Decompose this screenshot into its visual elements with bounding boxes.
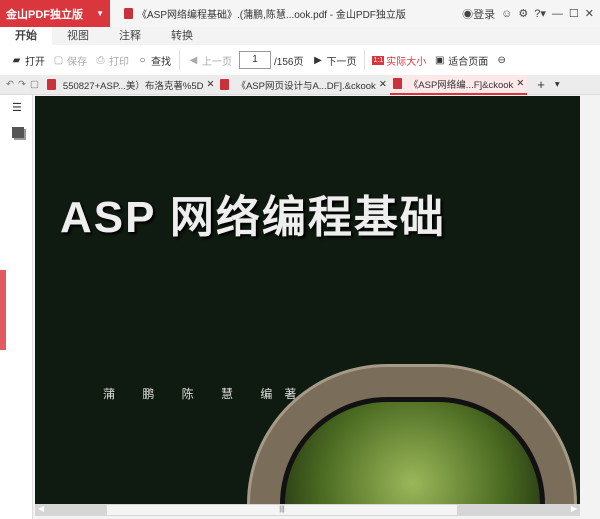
save-icon: ▢ xyxy=(53,54,64,66)
ribbon-tabs: 开始 视图 注释 转换 xyxy=(0,27,600,45)
find-button[interactable]: ○ 查找 xyxy=(136,53,171,68)
zoom-out-button[interactable]: ⊖ xyxy=(495,55,508,66)
tab-annotate[interactable]: 注释 xyxy=(104,27,156,45)
doc-tab[interactable]: 550827+ASP...美）布洛克著%5D ✕ xyxy=(44,75,218,95)
actual-size-icon: 1:1 xyxy=(372,55,385,65)
close-button[interactable]: ✕ xyxy=(585,7,594,20)
toolbar: ▰ 打开 ▢ 保存 ⎙ 打印 ○ 查找 ◀ 上一页 1 /156页 ▶ 下一页 1:1 实际大… xyxy=(0,45,600,75)
gear-icon[interactable]: ⚙ xyxy=(518,7,528,20)
folder-icon: ▰ xyxy=(12,54,21,66)
save-label: 保存 xyxy=(67,56,87,68)
prev-page-button[interactable]: ◀ 上一页 xyxy=(187,53,232,68)
doc-tab-label: 《ASP网络编...F]&ckook xyxy=(408,79,514,91)
pdf-page: ASP 网络编程基础 蒲 鹏 陈 慧 编著 xyxy=(35,96,580,504)
tab-home[interactable]: 开始 xyxy=(0,27,52,45)
search-icon: ○ xyxy=(139,54,146,66)
pdf-file-icon xyxy=(124,8,133,19)
fit-page-button[interactable]: ▣ 适合页面 xyxy=(433,53,488,68)
doc-tab[interactable]: 《ASP网页设计与A...DF].&ckook ✕ xyxy=(217,75,389,95)
sidebar: ☰ xyxy=(0,95,33,519)
fit-page-icon: ▣ xyxy=(434,54,445,66)
next-label: 下一页 xyxy=(326,56,357,68)
feedback-icon[interactable]: ☺ xyxy=(501,8,512,20)
document-tabs: ↶ ↷ ▢ 550827+ASP...美）布洛克著%5D ✕ 《ASP网页设计与A… xyxy=(0,74,600,95)
horizontal-scrollbar[interactable]: ◀ ||| ▶ xyxy=(35,504,580,516)
vertical-scroll-area[interactable] xyxy=(580,96,600,504)
cover-authors: 蒲 鹏 陈 慧 编著 xyxy=(103,387,309,401)
page-number-input[interactable]: 1 xyxy=(239,51,271,69)
tab-list-icon[interactable]: ▾ xyxy=(555,79,560,90)
scrollbar-thumb[interactable]: ||| xyxy=(107,505,457,515)
app-menu-button[interactable]: 金山PDF独立版 ▼ xyxy=(0,0,110,27)
fit-page-label: 适合页面 xyxy=(448,56,489,68)
divider xyxy=(179,50,180,70)
new-tab-button[interactable]: + xyxy=(537,77,545,92)
undo-icon[interactable]: ↶ xyxy=(6,79,14,90)
chevron-down-icon: ▼ xyxy=(96,9,104,18)
pdf-file-icon xyxy=(220,79,230,90)
open-button[interactable]: ▰ 打开 xyxy=(10,53,45,68)
print-button[interactable]: ⎙ 打印 xyxy=(94,53,130,68)
doc-tab-label: 《ASP网页设计与A...DF].&ckook xyxy=(236,80,376,92)
actual-size-button[interactable]: 1:1 实际大小 xyxy=(372,53,426,68)
actual-size-label: 实际大小 xyxy=(386,56,427,68)
cover-title: ASP 网络编程基础 xyxy=(60,193,446,242)
outline-icon[interactable]: ☰ xyxy=(12,101,24,114)
doc-tab-label: 550827+ASP...美）布洛克著%5D xyxy=(62,80,204,92)
next-page-button[interactable]: ▶ 下一页 xyxy=(311,53,356,68)
app-brand: 金山PDF独立版 xyxy=(6,8,83,21)
arrow-right-icon: ▶ xyxy=(314,54,322,66)
arrow-left-icon: ◀ xyxy=(189,54,198,66)
thumbnails-icon[interactable] xyxy=(12,127,24,138)
divider xyxy=(364,50,366,70)
save-button[interactable]: ▢ 保存 xyxy=(52,53,87,68)
help-icon[interactable]: ?▾ xyxy=(534,7,546,20)
scroll-right-icon[interactable]: ▶ xyxy=(571,504,577,513)
pdf-file-icon xyxy=(392,78,402,89)
printer-icon: ⎙ xyxy=(96,54,105,66)
redo-icon[interactable]: ↷ xyxy=(18,79,26,90)
prev-label: 上一页 xyxy=(202,56,232,68)
tab-view[interactable]: 视图 xyxy=(52,27,104,45)
pdf-file-icon xyxy=(46,79,56,90)
title-bar: 金山PDF独立版 ▼ 《ASP网络编程基础》.(蒲鹏,陈慧...ook.pdf -… xyxy=(0,0,600,27)
tab-convert[interactable]: 转换 xyxy=(156,27,208,45)
close-icon[interactable]: ✕ xyxy=(516,78,524,89)
zoom-out-icon: ⊖ xyxy=(497,54,506,66)
sidebar-toggle-handle[interactable] xyxy=(0,270,6,350)
save-icon[interactable]: ▢ xyxy=(30,79,39,90)
print-label: 打印 xyxy=(109,56,129,68)
close-icon[interactable]: ✕ xyxy=(206,79,214,90)
scroll-left-icon[interactable]: ◀ xyxy=(38,504,44,513)
open-label: 打开 xyxy=(25,56,45,68)
login-label: 登录 xyxy=(473,8,496,21)
maximize-button[interactable]: ☐ xyxy=(569,7,579,20)
close-icon[interactable]: ✕ xyxy=(379,79,387,90)
window-title: 《ASP网络编程基础》.(蒲鹏,陈慧...ook.pdf - 金山PDF独立版 xyxy=(137,10,406,21)
find-label: 查找 xyxy=(151,56,171,68)
page-total: /156页 xyxy=(274,56,304,68)
minimize-button[interactable]: — xyxy=(552,8,563,20)
doc-tab-active[interactable]: 《ASP网络编...F]&ckook ✕ xyxy=(389,74,528,95)
login-button[interactable]: ◉登录 xyxy=(462,6,495,22)
